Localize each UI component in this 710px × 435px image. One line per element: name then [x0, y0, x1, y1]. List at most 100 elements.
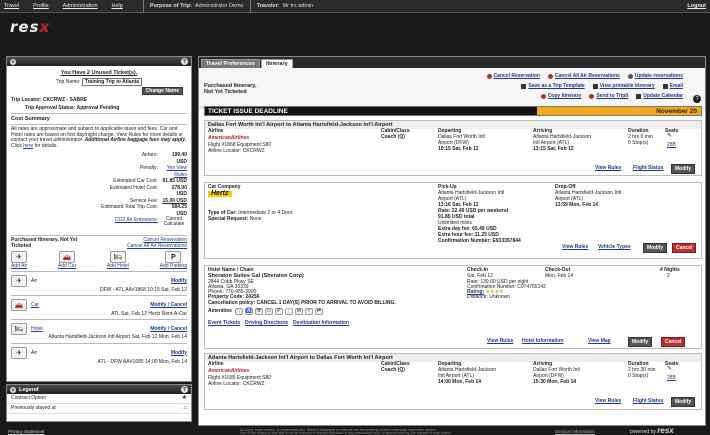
email-link[interactable]: Email — [670, 83, 683, 89]
add-air-link[interactable]: Add Air — [11, 263, 27, 269]
cancel-all-air-link[interactable]: Cancel All Air Reservations — [555, 73, 620, 79]
vehicle-types-link[interactable]: Vehicle Types — [598, 244, 631, 251]
plane-icon[interactable]: ✈ — [11, 251, 28, 263]
seat-link[interactable]: 28B — [667, 375, 676, 382]
segment-label[interactable]: Car — [31, 302, 39, 308]
add-car[interactable]: 🚗 Add Car — [58, 251, 76, 269]
modify-button[interactable]: Modify — [671, 164, 696, 174]
cost-label: Airfare: — [141, 152, 158, 158]
flight-status-link[interactable]: Flight Status — [633, 165, 663, 172]
send-tripit-link[interactable]: Send to TripIt — [596, 93, 628, 99]
event-tickets-link[interactable]: Event Tickets — [208, 320, 240, 327]
printable-itinerary-link[interactable]: View printable itinerary — [600, 83, 655, 89]
modify-button[interactable]: Modify — [643, 243, 668, 253]
itinerary-status: Purchased Itinerary, Not Yet Ticketed — [204, 83, 256, 95]
view-rules-link[interactable]: View Rules — [595, 398, 621, 405]
itinerary-status-line: Not Yet Ticketed — [204, 89, 247, 95]
change-name-button[interactable]: Change Name — [141, 87, 183, 95]
add-air[interactable]: ✈ Add Air — [11, 251, 27, 269]
session-information-link[interactable]: Session Information — [555, 429, 595, 434]
cancel-button[interactable]: Cancel — [661, 337, 686, 347]
calendar-icon — [636, 93, 642, 99]
help-icon[interactable]: ? — [693, 95, 701, 103]
help-icon[interactable]: ? — [181, 386, 188, 393]
cost-row: Airfare: 199.40 USD — [7, 152, 191, 165]
copy-itinerary-link[interactable]: Copy Itinerary — [548, 93, 582, 99]
car-icon[interactable]: 🚗 — [59, 251, 76, 263]
nav-administration[interactable]: Administration — [63, 3, 98, 9]
cancel-reservation-link[interactable]: Cancel Reservation — [494, 73, 540, 79]
cancel-all-air-action[interactable]: Cancel All Air Reservations — [547, 73, 620, 79]
save-template-link[interactable]: Save as a Trip Template — [528, 83, 584, 89]
modify-link[interactable]: Modify — [171, 278, 187, 284]
segment-label: Air — [31, 278, 38, 284]
email-action[interactable]: Email — [662, 83, 683, 89]
add-parking[interactable]: P Add Parking — [160, 251, 187, 269]
driving-directions-link[interactable]: Driving Directions — [245, 320, 288, 327]
printable-itinerary-action[interactable]: View printable itinerary — [592, 83, 655, 89]
divider — [11, 319, 187, 320]
stops: 0 Stop(s) — [628, 373, 649, 379]
footer: Privacy Statement All logos, trade names… — [0, 426, 710, 435]
trip-name-input[interactable]: Training Trip to Atlanta — [81, 78, 143, 86]
update-calendar-action[interactable]: Update Calendar — [636, 93, 683, 99]
seat-icon[interactable]: ✎ — [667, 366, 672, 373]
car-segment-card: Car Company Pick-Up Drop-Off Hertz Type … — [204, 182, 702, 259]
parking-icon[interactable]: P — [165, 251, 182, 263]
view-rules-link[interactable]: View Rules — [595, 165, 621, 172]
seat-link[interactable]: 28B — [667, 142, 676, 149]
nav-help[interactable]: Help — [112, 3, 123, 9]
update-reservations-action[interactable]: Update reservations — [627, 73, 683, 79]
flight-status-link[interactable]: Flight Status — [633, 398, 663, 405]
legend-item: Previously stayed at ⌂ — [7, 404, 191, 414]
add-car-link[interactable]: Add Car — [58, 263, 76, 269]
hotel-information-link[interactable]: Hotel Information — [522, 338, 563, 345]
update-calendar-link[interactable]: Update Calendar — [643, 93, 683, 99]
modify-button[interactable]: Modify — [671, 397, 696, 407]
cancel-reservation-action[interactable]: Cancel Reservation — [486, 73, 540, 79]
modify-button[interactable]: Modify — [628, 337, 653, 347]
modify-cancel-link[interactable]: Modify / Cancel — [150, 326, 187, 332]
bed-icon[interactable]: 🛏 — [109, 251, 126, 263]
actions-row: Copy Itinerary Send to TripIt Update Cal… — [533, 93, 683, 99]
privacy-statement-link[interactable]: Privacy Statement — [8, 429, 45, 434]
add-hotel[interactable]: 🛏 Add Hotel — [107, 251, 129, 269]
cancel-button[interactable]: Cancel — [672, 243, 697, 253]
nav-profile[interactable]: Profile — [33, 3, 49, 9]
unused-tickets-link[interactable]: You Have 2 Unused Ticket(s). — [7, 70, 191, 76]
view-map-link[interactable]: View Map — [588, 338, 611, 345]
collapse-icon[interactable]: o — [10, 386, 16, 393]
tab-travel-preferences[interactable]: Travel Preferences — [201, 59, 260, 68]
modify-cancel-link[interactable]: Modify / Cancel — [150, 302, 187, 308]
nav-travel[interactable]: Travel — [4, 3, 19, 9]
baggage-details-link[interactable]: here — [23, 143, 33, 149]
destination-information-link[interactable]: Destination Information — [293, 320, 349, 327]
segment-detail: DFW - ATL AA#1868 10:15 Sat, Feb 12 — [100, 287, 187, 293]
logout-link[interactable]: Logout — [687, 3, 706, 9]
restaurant-icon: 🍴 — [234, 307, 243, 315]
cancel-all-air-link[interactable]: Cancel All Air Reservations — [127, 243, 187, 250]
modify-link[interactable]: Modify — [171, 350, 187, 356]
add-hotel-link[interactable]: Add Hotel — [107, 263, 129, 269]
segment-label[interactable]: Hotel — [31, 326, 43, 332]
actions-row: Cancel Reservation Cancel All Air Reserv… — [479, 73, 683, 79]
collapse-icon[interactable]: o — [10, 58, 16, 65]
co2-emissions-link[interactable]: CO2 Air Emissions: — [115, 217, 158, 227]
cost-value: 278.00 USD — [171, 184, 187, 198]
view-rules-link[interactable]: View Rules — [487, 338, 513, 345]
save-template-action[interactable]: Save as a Trip Template — [521, 83, 585, 89]
amenities-label: Amenities — [208, 307, 232, 314]
copy-itinerary-action[interactable]: Copy Itinerary — [540, 93, 582, 99]
tab-itinerary[interactable]: Itinerary — [260, 59, 293, 68]
seat-icon[interactable]: ✎ — [667, 133, 672, 140]
tv-icon: ▭ — [264, 307, 273, 315]
segment-item: ✈ Air Modify — [7, 275, 191, 287]
view-rules-link[interactable]: Yes View Rules — [161, 165, 187, 178]
add-parking-link[interactable]: Add Parking — [160, 263, 187, 269]
send-tripit-action[interactable]: Send to TripIt — [589, 93, 628, 99]
help-icon[interactable]: ? — [181, 58, 188, 65]
airline-logo: AmericanAirlines — [208, 368, 250, 374]
view-rules-link[interactable]: View Rules — [562, 244, 588, 251]
actions-row: Save as a Trip Template View printable i… — [513, 83, 683, 89]
update-reservations-link[interactable]: Update reservations — [635, 73, 683, 79]
